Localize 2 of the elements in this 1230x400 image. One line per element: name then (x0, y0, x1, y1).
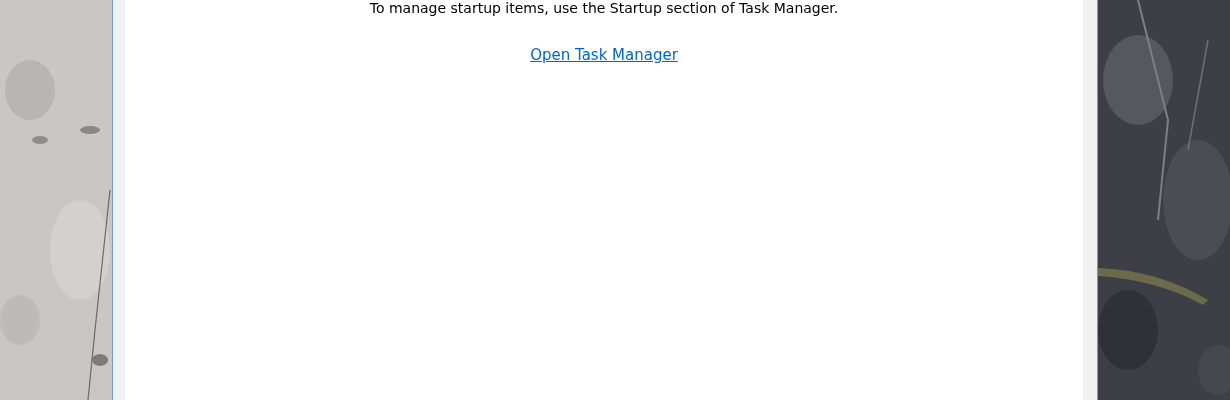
message-text: To manage startup items, use the Startup section of Task Manager. (369, 0, 839, 16)
open-task-manager-link[interactable]: Open Task Manager (530, 46, 678, 64)
